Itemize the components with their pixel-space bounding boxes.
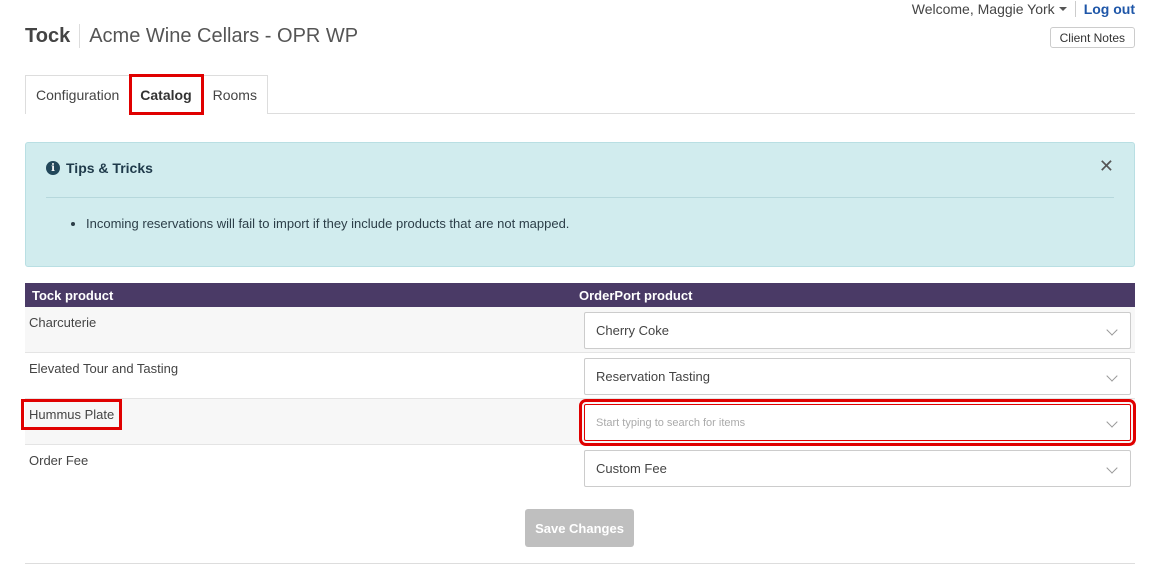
bottom-divider [25,563,1135,564]
close-icon[interactable]: ✕ [1099,157,1114,175]
orderport-product-select[interactable]: Reservation Tasting [584,358,1131,395]
user-bar: Welcome, Maggie York Log out [912,0,1135,17]
orderport-product-select[interactable]: Cherry Coke [584,312,1131,349]
save-changes-button[interactable]: Save Changes [525,509,634,547]
tips-panel: i Tips & Tricks ✕ Incoming reservations … [25,142,1135,267]
chevron-down-icon [1106,416,1118,428]
table-body: Charcuterie Cherry Coke Elevated Tour an… [20,307,1136,491]
tab-bar: Configuration Catalog Rooms [25,74,1135,115]
tips-title: Tips & Tricks [66,160,153,176]
column-header-tock: Tock product [32,287,114,303]
table-row: Hummus Plate Start typing to search for … [20,399,1136,446]
table-row: Order Fee Custom Fee [25,445,1135,491]
tab-catalog[interactable]: Catalog [129,74,204,115]
select-value: Custom Fee [596,461,667,476]
table-row: Elevated Tour and Tasting Reservation Ta… [25,353,1135,399]
catalog-table: Tock product OrderPort product Charcuter… [20,283,1136,491]
select-value: Reservation Tasting [596,369,710,384]
caret-down-icon [1058,6,1067,11]
client-notes-button[interactable]: Client Notes [1049,27,1135,48]
tock-product-name: Elevated Tour and Tasting [29,361,179,376]
orderport-product-search[interactable]: Start typing to search for items [579,399,1136,446]
tab-configuration[interactable]: Configuration [25,75,131,114]
tock-product-name: Hummus Plate [20,399,123,430]
select-placeholder: Start typing to search for items [596,416,746,429]
chevron-down-icon [1106,324,1118,336]
chevron-down-icon [1106,462,1118,474]
tock-product-name: Order Fee [29,453,89,468]
table-header: Tock product OrderPort product [25,283,1135,307]
separator [1074,0,1076,17]
chevron-down-icon [1106,370,1118,382]
account-name: Acme Wine Cellars - OPR WP [89,24,359,47]
table-row: Charcuterie Cherry Coke [25,307,1135,353]
select-value: Cherry Coke [596,323,669,338]
page-title: Tock Acme Wine Cellars - OPR WP [25,23,358,49]
title-separator [79,24,81,48]
tock-product-name: Charcuterie [29,315,97,330]
column-header-orderport: OrderPort product [579,287,693,303]
tips-divider [46,197,1114,198]
tips-header: i Tips & Tricks [46,160,153,176]
tips-list: Incoming reservations will fail to impor… [86,216,569,231]
welcome-text: Welcome, Maggie York [911,0,1055,17]
brand-name: Tock [25,24,71,47]
info-icon: i [46,161,60,175]
welcome-menu[interactable]: Welcome, Maggie York [912,1,1067,17]
logout-link[interactable]: Log out [1084,1,1135,17]
tab-rooms[interactable]: Rooms [202,75,268,114]
tip-item: Incoming reservations will fail to impor… [86,216,569,231]
orderport-product-select[interactable]: Custom Fee [584,450,1131,487]
